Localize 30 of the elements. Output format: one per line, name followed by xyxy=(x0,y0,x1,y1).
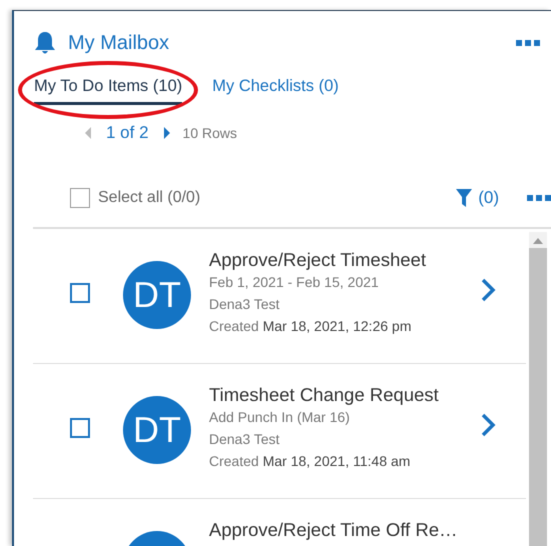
more-icon[interactable] xyxy=(527,195,551,201)
item-title: Approve/Reject Time Off Re… xyxy=(209,519,458,541)
more-icon[interactable] xyxy=(516,40,540,46)
created-date: Created Mar 18, 2021, 11:48 am xyxy=(209,452,412,471)
page-indicator: 1 of 2 xyxy=(106,123,149,143)
item-title: Timesheet Change Request xyxy=(209,384,440,406)
item-title: Approve/Reject Timesheet xyxy=(209,249,427,271)
created-date: Created Mar 18, 2021, 12:26 pm xyxy=(209,317,412,336)
select-all-label[interactable]: Select all (0/0) xyxy=(98,189,456,207)
scroll-up-icon[interactable] xyxy=(533,238,543,244)
avatar-initials: DT xyxy=(123,261,191,329)
tab[interactable]: My To Do Items (10) xyxy=(34,77,182,105)
checkbox[interactable] xyxy=(70,418,90,438)
item-detail: Add Punch In (Mar 16) xyxy=(209,408,351,427)
filter-count[interactable]: (0) xyxy=(478,188,499,208)
right-arrow-icon[interactable] xyxy=(162,127,171,139)
item-detail: Dena3 Test xyxy=(209,430,281,449)
tab[interactable]: My Checklists (0) xyxy=(212,77,339,105)
item-detail: Dena3 Test xyxy=(209,295,281,314)
filter-icon[interactable] xyxy=(456,189,472,207)
panel-title: My Mailbox xyxy=(68,32,170,54)
checkbox[interactable] xyxy=(70,283,90,303)
item-detail: Feb 1, 2021 - Feb 15, 2021 xyxy=(209,273,380,292)
scrollbar[interactable] xyxy=(529,232,547,546)
avatar-initials: DT xyxy=(123,396,191,464)
chevron-right-icon[interactable] xyxy=(480,412,496,438)
checkbox[interactable] xyxy=(70,188,90,208)
rows-count: 10 Rows xyxy=(182,125,238,141)
bell-icon xyxy=(34,31,56,55)
chevron-right-icon[interactable] xyxy=(480,277,496,303)
